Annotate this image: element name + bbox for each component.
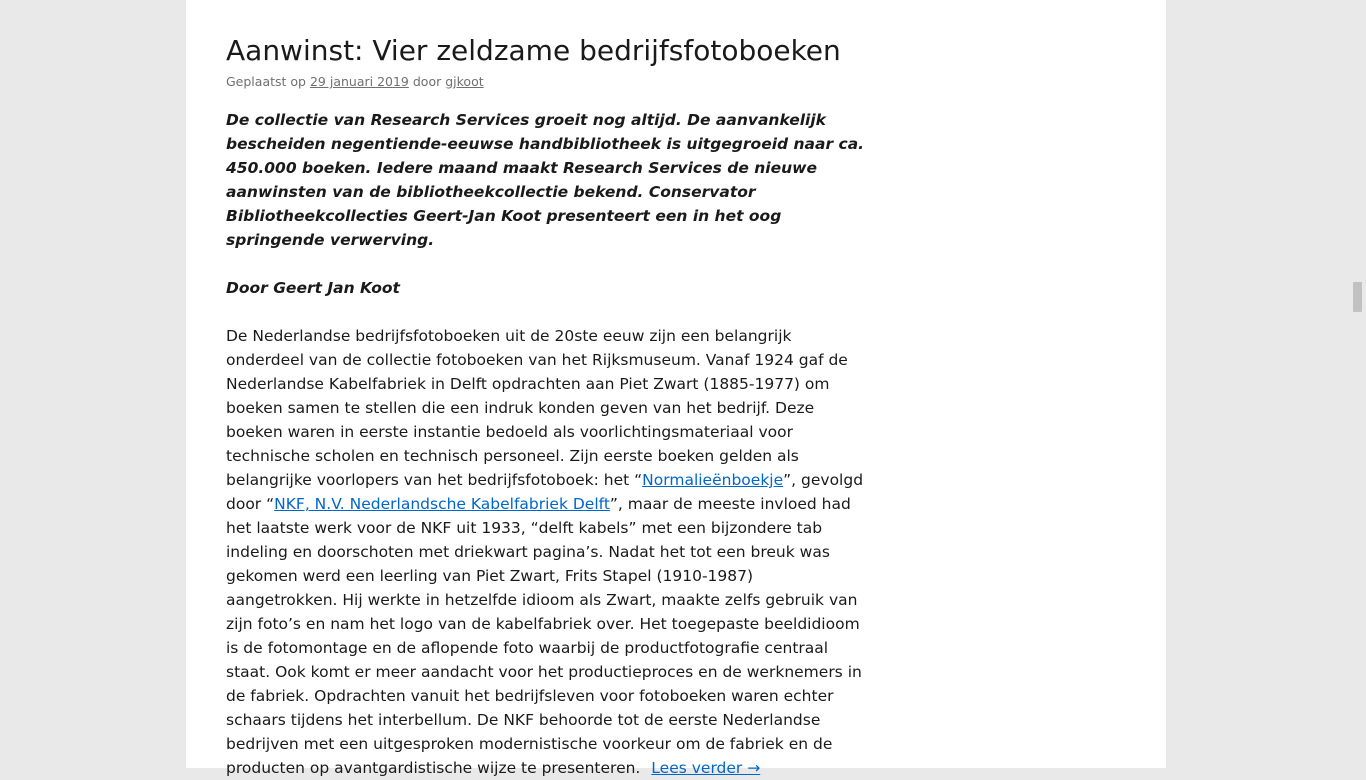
- normalieenboekje-link[interactable]: Normalieënboekje: [642, 471, 783, 489]
- posted-on-label: Geplaatst op: [226, 74, 306, 89]
- author-link[interactable]: gjkoot: [445, 74, 483, 89]
- post-intro: De collectie van Research Services groei…: [226, 111, 865, 249]
- scrollbar-thumb[interactable]: [1353, 282, 1362, 312]
- post-date-link[interactable]: 29 januari 2019: [310, 74, 409, 89]
- by-label: door: [412, 74, 442, 89]
- post-meta: Geplaatst op 29 januari 2019 door gjkoot: [226, 73, 866, 91]
- post-body: De Nederlandse bedrijfsfotoboeken uit de…: [226, 324, 866, 780]
- nkf-book-link[interactable]: NKF, N.V. Nederlandsche Kabelfabriek Del…: [274, 495, 610, 513]
- body-text-part-3: ”, maar de meeste invloed had het laatst…: [226, 495, 862, 777]
- content-page: Aanwinst: Vier zeldzame bedrijfsfotoboek…: [186, 0, 1166, 777]
- post-byline: Door Geert Jan Koot: [226, 279, 400, 297]
- post-title: Aanwinst: Vier zeldzame bedrijfsfotoboek…: [226, 34, 841, 67]
- body-text-part-1: De Nederlandse bedrijfsfotoboeken uit de…: [226, 327, 848, 489]
- blog-post: Aanwinst: Vier zeldzame bedrijfsfotoboek…: [226, 30, 866, 780]
- read-more-link[interactable]: Lees verder →: [651, 759, 760, 777]
- vertical-scrollbar[interactable]: [1349, 0, 1366, 768]
